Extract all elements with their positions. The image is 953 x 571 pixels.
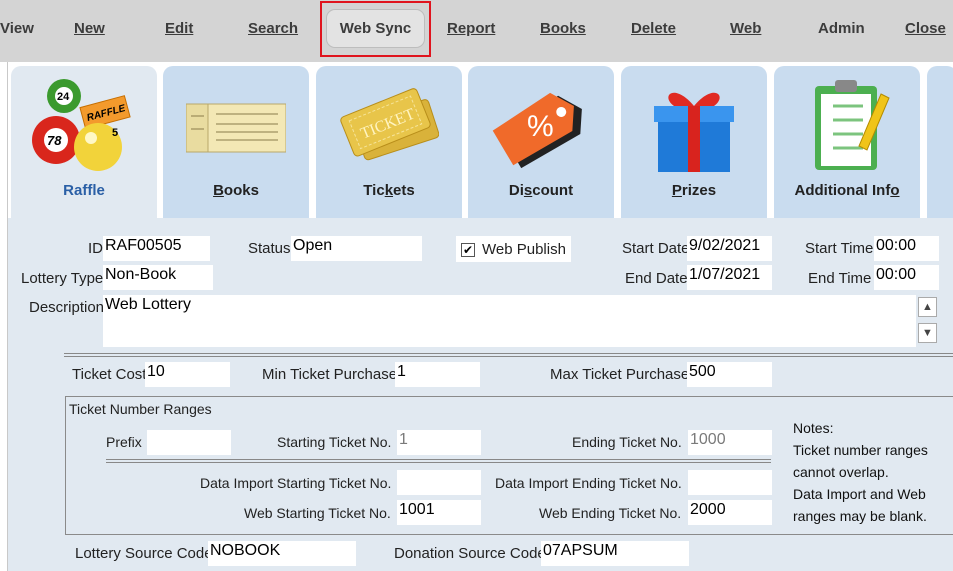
menu-new[interactable]: New <box>74 20 105 37</box>
id-label: ID <box>88 240 103 257</box>
web-end-field[interactable]: 2000 <box>688 500 772 525</box>
svg-text:%: % <box>527 110 554 143</box>
end-date-label: End Date <box>625 270 688 287</box>
tab-prizes[interactable]: Prizes <box>621 66 767 218</box>
import-start-field[interactable] <box>397 470 481 495</box>
notes-line: cannot overlap. <box>793 464 889 480</box>
ticket-cost-field[interactable]: 10 <box>145 362 230 387</box>
web-sync-highlight: Web Sync <box>320 1 431 57</box>
tab-prizes-label: Prizes <box>671 182 717 199</box>
ending-ticket-label: Ending Ticket No. <box>572 434 682 450</box>
menu-web[interactable]: Web <box>730 20 761 37</box>
lottery-type-field[interactable]: Non-Book <box>103 265 213 290</box>
web-publish-checkbox[interactable]: ✔ <box>461 243 475 257</box>
starting-ticket-field[interactable]: 1 <box>397 430 481 455</box>
status-field[interactable]: Open <box>291 236 422 261</box>
notes-text: Notes: Ticket number ranges cannot overl… <box>793 417 928 527</box>
id-field[interactable]: RAF00505 <box>103 236 210 261</box>
end-time-field[interactable]: 00:00 <box>874 265 939 290</box>
tab-tickets[interactable]: TICKET Tickets <box>316 66 462 218</box>
menu-web-sync[interactable]: Web Sync <box>326 9 425 48</box>
divider <box>64 353 953 357</box>
tab-additional-info-label: Additional Info <box>794 182 900 199</box>
menu-report[interactable]: Report <box>447 20 495 37</box>
menu-admin[interactable]: Admin <box>818 20 865 37</box>
import-end-field[interactable] <box>688 470 772 495</box>
menu-close[interactable]: Close <box>905 20 946 37</box>
tab-discount[interactable]: % Discount <box>468 66 614 218</box>
svg-text:24: 24 <box>57 91 70 103</box>
lottery-type-label: Lottery Type <box>21 270 104 287</box>
tab-books[interactable]: Books <box>163 66 309 218</box>
ranges-title: Ticket Number Ranges <box>69 401 212 417</box>
notes-line: ranges may be blank. <box>793 508 927 524</box>
donation-source-field[interactable]: 07APSUM <box>541 541 689 566</box>
description-field[interactable]: Web Lottery <box>103 295 916 347</box>
donation-source-label: Donation Source Code <box>394 545 546 562</box>
tickets-icon: TICKET <box>340 88 439 161</box>
description-label: Description <box>29 299 105 316</box>
scroll-up-icon[interactable]: ▲ <box>918 297 937 317</box>
menu-edit[interactable]: Edit <box>165 20 193 37</box>
ticket-book-icon <box>186 103 286 153</box>
ticket-cost-label: Ticket Cost <box>72 366 147 383</box>
min-purchase-field[interactable]: 1 <box>395 362 480 387</box>
prefix-field[interactable] <box>147 430 231 455</box>
web-end-label: Web Ending Ticket No. <box>539 505 682 521</box>
start-date-field[interactable]: 9/02/2021 <box>687 236 772 261</box>
notes-line: Notes: <box>793 420 834 436</box>
raffle-balls-icon: 24 RAFFLE 78 5 <box>32 79 131 171</box>
web-start-label: Web Starting Ticket No. <box>244 505 391 521</box>
tab-tickets-label: Tickets <box>363 182 415 199</box>
discount-tag-icon: % <box>492 92 582 169</box>
tab-additional-info[interactable]: Additional Info <box>774 66 920 218</box>
start-time-label: Start Time <box>805 240 874 257</box>
left-border <box>0 62 8 571</box>
import-start-label: Data Import Starting Ticket No. <box>200 475 392 491</box>
clipboard-icon <box>815 80 890 170</box>
tab-overflow[interactable] <box>927 66 953 218</box>
import-end-label: Data Import Ending Ticket No. <box>495 475 682 491</box>
web-publish-label: Web Publish <box>482 241 566 258</box>
end-time-label: End Time <box>808 270 872 287</box>
web-start-field[interactable]: 1001 <box>397 500 481 525</box>
lottery-source-field[interactable]: NOBOOK <box>208 541 356 566</box>
notes-line: Data Import and Web <box>793 486 926 502</box>
start-date-label: Start Date <box>622 240 690 257</box>
svg-text:78: 78 <box>47 133 62 148</box>
menu-view[interactable]: View <box>0 20 34 37</box>
tab-raffle-label: Raffle <box>63 182 105 199</box>
svg-text:5: 5 <box>112 127 118 139</box>
ranges-divider <box>106 459 771 463</box>
top-menu-bar: View New Edit Search Web Sync Report Boo… <box>0 0 953 62</box>
min-purchase-label: Min Ticket Purchase <box>262 366 398 383</box>
starting-ticket-label: Starting Ticket No. <box>277 434 392 450</box>
menu-delete[interactable]: Delete <box>631 20 676 37</box>
gift-box-icon <box>654 92 734 172</box>
notes-line: Ticket number ranges <box>793 442 928 458</box>
start-time-field[interactable]: 00:00 <box>874 236 939 261</box>
ending-ticket-field[interactable]: 1000 <box>688 430 772 455</box>
end-date-field[interactable]: 1/07/2021 <box>687 265 772 290</box>
tab-raffle[interactable]: 24 RAFFLE 78 5 Raffle <box>11 66 157 224</box>
tab-discount-label: Discount <box>508 182 574 199</box>
max-purchase-label: Max Ticket Purchase <box>550 366 690 383</box>
tab-books-label: Books <box>213 182 259 199</box>
max-purchase-field[interactable]: 500 <box>687 362 772 387</box>
scroll-down-icon[interactable]: ▼ <box>918 323 937 343</box>
menu-books[interactable]: Books <box>540 20 586 37</box>
lottery-source-label: Lottery Source Code <box>75 545 213 562</box>
menu-search[interactable]: Search <box>248 20 298 37</box>
prefix-label: Prefix <box>106 434 142 450</box>
status-label: Status <box>248 240 291 257</box>
ticket-ranges-box: Ticket Number Ranges Prefix Starting Tic… <box>65 396 953 535</box>
raffle-form-panel: ID RAF00505 Status Open ✔ Web Publish St… <box>8 218 953 571</box>
